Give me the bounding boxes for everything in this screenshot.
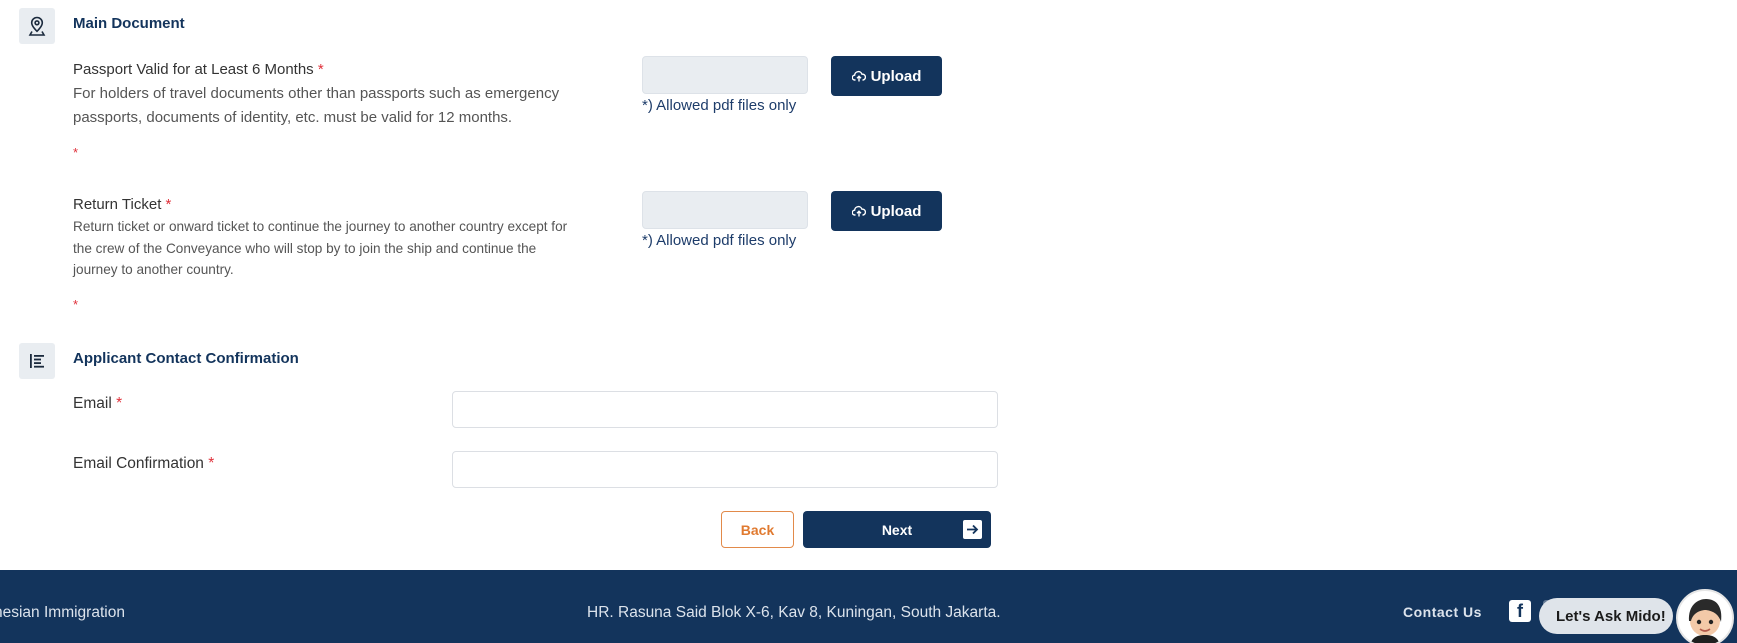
map-pin-icon bbox=[28, 16, 46, 36]
required-mark: * bbox=[317, 61, 324, 78]
return-ticket-error-mark: * bbox=[73, 297, 79, 312]
passport-upload-button[interactable]: Upload bbox=[831, 56, 942, 96]
passport-file-field[interactable] bbox=[642, 56, 808, 94]
passport-error-mark: * bbox=[73, 145, 79, 160]
main-document-section-icon bbox=[19, 8, 55, 44]
passport-allowed-note: *) Allowed pdf files only bbox=[642, 97, 797, 114]
footer-address: HR. Rasuna Said Blok X-6, Kav 8, Kuninga… bbox=[587, 604, 1001, 621]
cloud-upload-icon bbox=[851, 70, 866, 82]
cloud-upload-icon bbox=[851, 205, 866, 217]
list-icon bbox=[30, 354, 44, 368]
required-mark: * bbox=[116, 395, 123, 412]
return-ticket-description: Return ticket or onward ticket to contin… bbox=[73, 219, 568, 277]
next-button[interactable]: Next bbox=[803, 511, 991, 548]
mido-avatar[interactable] bbox=[1676, 589, 1734, 643]
contact-section-icon bbox=[19, 343, 55, 379]
back-button[interactable]: Back bbox=[721, 511, 794, 548]
main-document-title: Main Document bbox=[73, 15, 185, 32]
passport-label: Passport Valid for at Least 6 Months * bbox=[73, 61, 324, 78]
email-label: Email * bbox=[73, 395, 123, 412]
ask-mido-button[interactable]: Let's Ask Mido! bbox=[1539, 598, 1673, 634]
return-ticket-upload-button[interactable]: Upload bbox=[831, 191, 942, 231]
contact-section-title: Applicant Contact Confirmation bbox=[73, 350, 299, 367]
facebook-icon[interactable]: f bbox=[1509, 600, 1531, 622]
footer-org-name: nesian Immigration bbox=[0, 604, 125, 621]
passport-description: For holders of travel documents other th… bbox=[73, 85, 560, 126]
return-ticket-allowed-note: *) Allowed pdf files only bbox=[642, 232, 797, 249]
footer-contact-link[interactable]: Contact Us bbox=[1403, 604, 1482, 620]
required-mark: * bbox=[165, 196, 172, 213]
email-confirmation-label: Email Confirmation * bbox=[73, 455, 215, 472]
required-mark: * bbox=[208, 455, 215, 472]
return-ticket-file-field[interactable] bbox=[642, 191, 808, 229]
arrow-right-icon bbox=[963, 520, 982, 539]
return-ticket-label: Return Ticket * bbox=[73, 196, 172, 213]
email-confirmation-input[interactable] bbox=[452, 451, 998, 488]
footer: nesian Immigration HR. Rasuna Said Blok … bbox=[0, 570, 1737, 643]
email-input[interactable] bbox=[452, 391, 998, 428]
